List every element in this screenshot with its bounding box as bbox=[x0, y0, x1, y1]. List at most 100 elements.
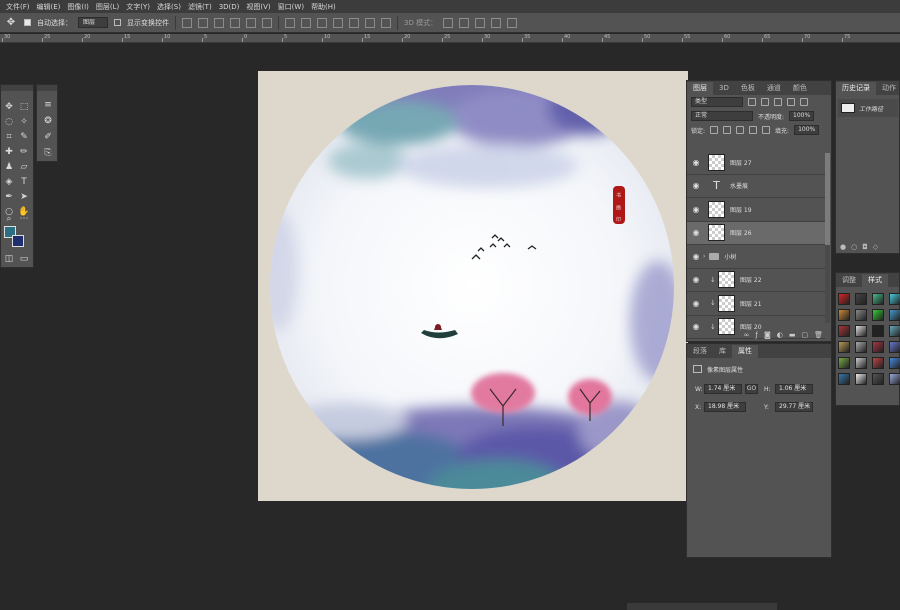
filter-shape-icon[interactable] bbox=[787, 98, 795, 106]
width-input[interactable]: 1.74 厘米 bbox=[704, 384, 742, 394]
eye-icon[interactable]: ◉ bbox=[691, 275, 701, 284]
eye-icon[interactable]: ◉ bbox=[691, 228, 701, 237]
style-swatch[interactable] bbox=[838, 373, 850, 385]
eraser-tool-icon[interactable]: ▱ bbox=[18, 161, 30, 173]
healing-brush-icon[interactable]: ✚ bbox=[3, 146, 15, 158]
align-top-icon[interactable] bbox=[182, 17, 192, 28]
style-swatch[interactable] bbox=[872, 341, 884, 353]
delete-layer-icon[interactable]: 🗑 bbox=[814, 331, 823, 339]
move-tool-icon[interactable]: ✥ bbox=[3, 101, 15, 113]
screen-mode-icon[interactable]: ▭ bbox=[18, 253, 30, 265]
paint-bucket-icon[interactable]: ◈ bbox=[3, 176, 15, 188]
background-color-swatch[interactable] bbox=[12, 235, 24, 247]
document-canvas[interactable]: 书 画 印 bbox=[258, 71, 688, 501]
align-middle-icon[interactable] bbox=[198, 17, 208, 28]
layer-row[interactable]: ◉ T 水墨痕 bbox=[687, 175, 825, 198]
3d-camera-icon[interactable] bbox=[507, 17, 518, 28]
filter-pixel-icon[interactable] bbox=[748, 98, 756, 106]
style-swatch[interactable] bbox=[855, 325, 867, 337]
align-right-icon[interactable] bbox=[262, 17, 272, 28]
tab-styles[interactable]: 样式 bbox=[862, 274, 888, 287]
menu-edit[interactable]: 编辑(E) bbox=[37, 2, 61, 12]
delete-state-icon[interactable]: ◇ bbox=[873, 243, 878, 251]
marquee-tool-icon[interactable]: ⬚ bbox=[18, 101, 30, 113]
filter-text-icon[interactable] bbox=[774, 98, 782, 106]
menu-select[interactable]: 选择(S) bbox=[157, 2, 181, 12]
chevron-right-icon[interactable]: › bbox=[703, 253, 705, 260]
tab-channels[interactable]: 通道 bbox=[761, 82, 787, 95]
filter-smart-icon[interactable] bbox=[800, 98, 808, 106]
menu-window[interactable]: 窗口(W) bbox=[278, 2, 304, 12]
style-swatch[interactable] bbox=[872, 373, 884, 385]
lock-image-icon[interactable] bbox=[723, 126, 732, 134]
adjustment-layer-icon[interactable]: ◐ bbox=[777, 331, 783, 339]
tab-layers[interactable]: 图层 bbox=[687, 82, 713, 95]
tab-actions[interactable]: 动作 bbox=[876, 82, 900, 95]
opacity-input[interactable]: 100% bbox=[789, 111, 815, 121]
menu-type[interactable]: 文字(Y) bbox=[126, 2, 150, 12]
menu-filter[interactable]: 滤镜(T) bbox=[188, 2, 212, 12]
crop-tool-icon[interactable]: ⌗ bbox=[3, 131, 15, 143]
distribute-right-icon[interactable] bbox=[365, 17, 375, 28]
layer-group-row[interactable]: ◉ › 小树 bbox=[687, 245, 825, 269]
menu-layer[interactable]: 图层(L) bbox=[96, 2, 119, 12]
style-swatch[interactable] bbox=[838, 341, 850, 353]
distribute-left-icon[interactable] bbox=[333, 17, 343, 28]
menu-help[interactable]: 帮助(H) bbox=[311, 2, 336, 12]
lock-artboard-icon[interactable] bbox=[749, 126, 758, 134]
distribute-bottom-icon[interactable] bbox=[317, 17, 327, 28]
auto-align-icon[interactable] bbox=[381, 17, 391, 28]
style-swatch[interactable] bbox=[872, 325, 884, 337]
align-center-icon[interactable] bbox=[246, 17, 256, 28]
tools-panel-header[interactable] bbox=[1, 85, 33, 91]
lock-all-icon[interactable] bbox=[762, 126, 771, 134]
style-swatch[interactable] bbox=[872, 293, 884, 305]
style-swatch[interactable] bbox=[855, 357, 867, 369]
style-swatch[interactable] bbox=[889, 373, 900, 385]
3d-slide-icon[interactable] bbox=[491, 17, 502, 28]
link-layers-icon[interactable]: ∞ bbox=[744, 331, 750, 339]
camera-icon[interactable]: ◘ bbox=[862, 243, 868, 251]
tab-swatches[interactable]: 色板 bbox=[735, 82, 761, 95]
new-document-icon[interactable]: ○ bbox=[851, 243, 857, 251]
clone-stamp-icon[interactable]: ♟ bbox=[3, 161, 15, 173]
style-swatch[interactable] bbox=[889, 341, 900, 353]
style-swatch[interactable] bbox=[872, 357, 884, 369]
minimized-panel-bar[interactable] bbox=[627, 603, 777, 610]
tab-properties[interactable]: 属性 bbox=[732, 345, 758, 358]
style-swatch[interactable] bbox=[855, 341, 867, 353]
channel-mixer-icon[interactable]: ≡ bbox=[42, 99, 54, 111]
3d-orbit-icon[interactable] bbox=[443, 17, 454, 28]
brush-preset-icon[interactable]: ❂ bbox=[42, 115, 54, 127]
tab-history[interactable]: 历史记录 bbox=[836, 82, 876, 95]
style-swatch[interactable] bbox=[838, 357, 850, 369]
eye-icon[interactable]: ◉ bbox=[691, 205, 701, 214]
y-input[interactable]: 29.77 厘米 bbox=[775, 402, 813, 412]
eye-icon[interactable]: ◉ bbox=[691, 158, 701, 167]
show-transform-checkbox[interactable] bbox=[114, 19, 121, 26]
zoom-tool-icon[interactable]: ⌕ bbox=[3, 213, 15, 225]
lasso-tool-icon[interactable]: ◌ bbox=[3, 116, 15, 128]
layer-filter-dropdown[interactable]: 类型 bbox=[691, 97, 743, 107]
clone-source-icon[interactable]: ⎘ bbox=[42, 147, 54, 159]
tab-libraries[interactable]: 库 bbox=[713, 345, 732, 358]
tab-3d[interactable]: 3D bbox=[713, 82, 735, 95]
fill-input[interactable]: 100% bbox=[794, 125, 820, 135]
distribute-center-icon[interactable] bbox=[349, 17, 359, 28]
3d-roll-icon[interactable] bbox=[459, 17, 470, 28]
link-dimensions-button[interactable]: GO bbox=[745, 384, 758, 394]
layer-row[interactable]: ◉ 图层 19 bbox=[687, 198, 825, 222]
menu-image[interactable]: 图像(I) bbox=[67, 2, 89, 12]
style-swatch[interactable] bbox=[889, 293, 900, 305]
align-bottom-icon[interactable] bbox=[214, 17, 224, 28]
eye-icon[interactable]: ◉ bbox=[691, 299, 701, 308]
height-input[interactable]: 1.06 厘米 bbox=[775, 384, 813, 394]
auto-select-dropdown[interactable]: 图层 bbox=[78, 17, 108, 28]
eye-icon[interactable]: ◉ bbox=[691, 181, 701, 190]
add-mask-icon[interactable]: ◙ bbox=[764, 331, 771, 339]
lock-position-icon[interactable] bbox=[736, 126, 745, 134]
menu-3d[interactable]: 3D(D) bbox=[219, 3, 240, 11]
tab-adjustments[interactable]: 调整 bbox=[836, 274, 862, 287]
snapshot-icon[interactable]: ● bbox=[840, 243, 846, 251]
align-left-icon[interactable] bbox=[230, 17, 240, 28]
